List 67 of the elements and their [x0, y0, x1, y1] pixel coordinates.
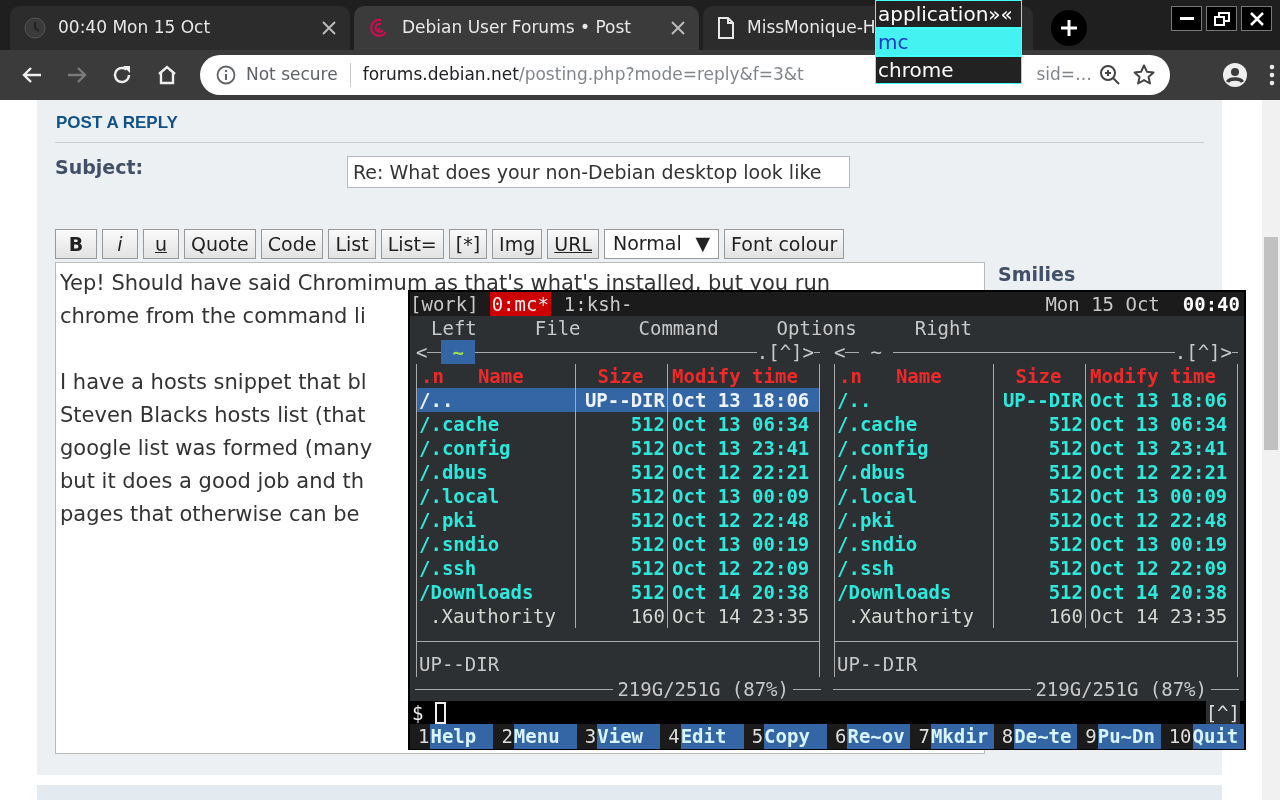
file-size: 512	[1048, 436, 1083, 460]
section-heading: POST A REPLY	[55, 112, 179, 134]
file-time: Oct 13 00:19	[1090, 532, 1228, 556]
disk-usage: 219G/251G (87%)	[1034, 677, 1208, 701]
panel-path: ~	[869, 340, 883, 364]
file-time: Oct 13 06:34	[1090, 412, 1228, 436]
field-label: Subject:	[55, 155, 145, 179]
message-line: pages that otherwise can be	[60, 501, 360, 528]
shell-prompt: $	[411, 700, 424, 725]
file-size: 160	[1048, 604, 1083, 628]
file-size: UP--DIR	[584, 388, 665, 412]
url-text: forums.debian.net/posting.php?mode=reply&f=3&t	[362, 63, 804, 87]
file-time: Oct 14 20:38	[672, 580, 810, 604]
tab-title: MissMonique-H	[747, 16, 876, 40]
file-size: 512	[1048, 484, 1083, 508]
message-line: I have a hosts snippet that bl	[60, 369, 367, 396]
file-size: 512	[1048, 556, 1083, 580]
file-time: Oct 13 23:41	[1090, 436, 1228, 460]
session-name: [work]	[410, 292, 479, 316]
scroll-mark: [^]	[1205, 700, 1240, 725]
url-text: sid=…	[1036, 63, 1092, 87]
file-size: 512	[630, 508, 665, 532]
file-size: 512	[630, 532, 665, 556]
tab-title: Debian User Forums • Post	[402, 16, 631, 40]
smilies-heading: Smilies	[998, 262, 1076, 286]
message-line: Steven Blacks hosts list (that	[60, 402, 366, 429]
file-size: 512	[630, 484, 665, 508]
launcher-prompt: application»«	[875, 0, 1022, 28]
disk-usage: 219G/251G (87%)	[616, 677, 790, 701]
file-size: 512	[630, 580, 665, 604]
file-time: Oct 13 00:09	[1090, 484, 1228, 508]
file-size: 512	[630, 412, 665, 436]
file-size: 160	[630, 604, 665, 628]
file-time: Oct 13 00:19	[672, 532, 810, 556]
file-time: Oct 12 22:21	[1090, 460, 1228, 484]
file-time: Oct 13 18:06	[1090, 388, 1228, 412]
message-line: but it does a good job and th	[60, 468, 364, 495]
file-size: 512	[1048, 412, 1083, 436]
status-date: Mon 15 Oct	[1045, 292, 1160, 316]
file-size: 512	[630, 556, 665, 580]
file-time: Oct 13 23:41	[672, 436, 810, 460]
file-info: UP--DIR	[419, 653, 500, 675]
file-size: 512	[630, 460, 665, 484]
file-time: Oct 13 00:09	[672, 484, 810, 508]
file-size: UP--DIR	[1002, 388, 1083, 412]
file-info: UP--DIR	[837, 653, 918, 675]
file-size: 512	[1048, 532, 1083, 556]
file-time: Oct 12 22:21	[672, 460, 810, 484]
status-time: 00:40	[1182, 292, 1240, 316]
security-label: Not secure	[246, 63, 338, 87]
file-time: Oct 14 23:35	[1090, 604, 1228, 628]
file-time: Oct 13 18:06	[672, 388, 810, 412]
file-size: 512	[1048, 508, 1083, 532]
file-time: Oct 12 22:48	[672, 508, 810, 532]
file-size: 512	[1048, 580, 1083, 604]
message-line: chrome from the command li	[60, 303, 366, 330]
file-size: 512	[630, 436, 665, 460]
tab-title: 00:40 Mon 15 Oct	[58, 16, 211, 40]
file-time: Oct 13 06:34	[672, 412, 810, 436]
message-line: google list was formed (many	[60, 435, 373, 462]
file-time: Oct 12 22:09	[1090, 556, 1228, 580]
file-size: 512	[1048, 460, 1083, 484]
panel-path: ~	[441, 340, 475, 364]
file-time: Oct 14 20:38	[1090, 580, 1228, 604]
file-time: Oct 12 22:09	[672, 556, 810, 580]
file-time: Oct 12 22:48	[1090, 508, 1228, 532]
file-time: Oct 14 23:35	[672, 604, 810, 628]
